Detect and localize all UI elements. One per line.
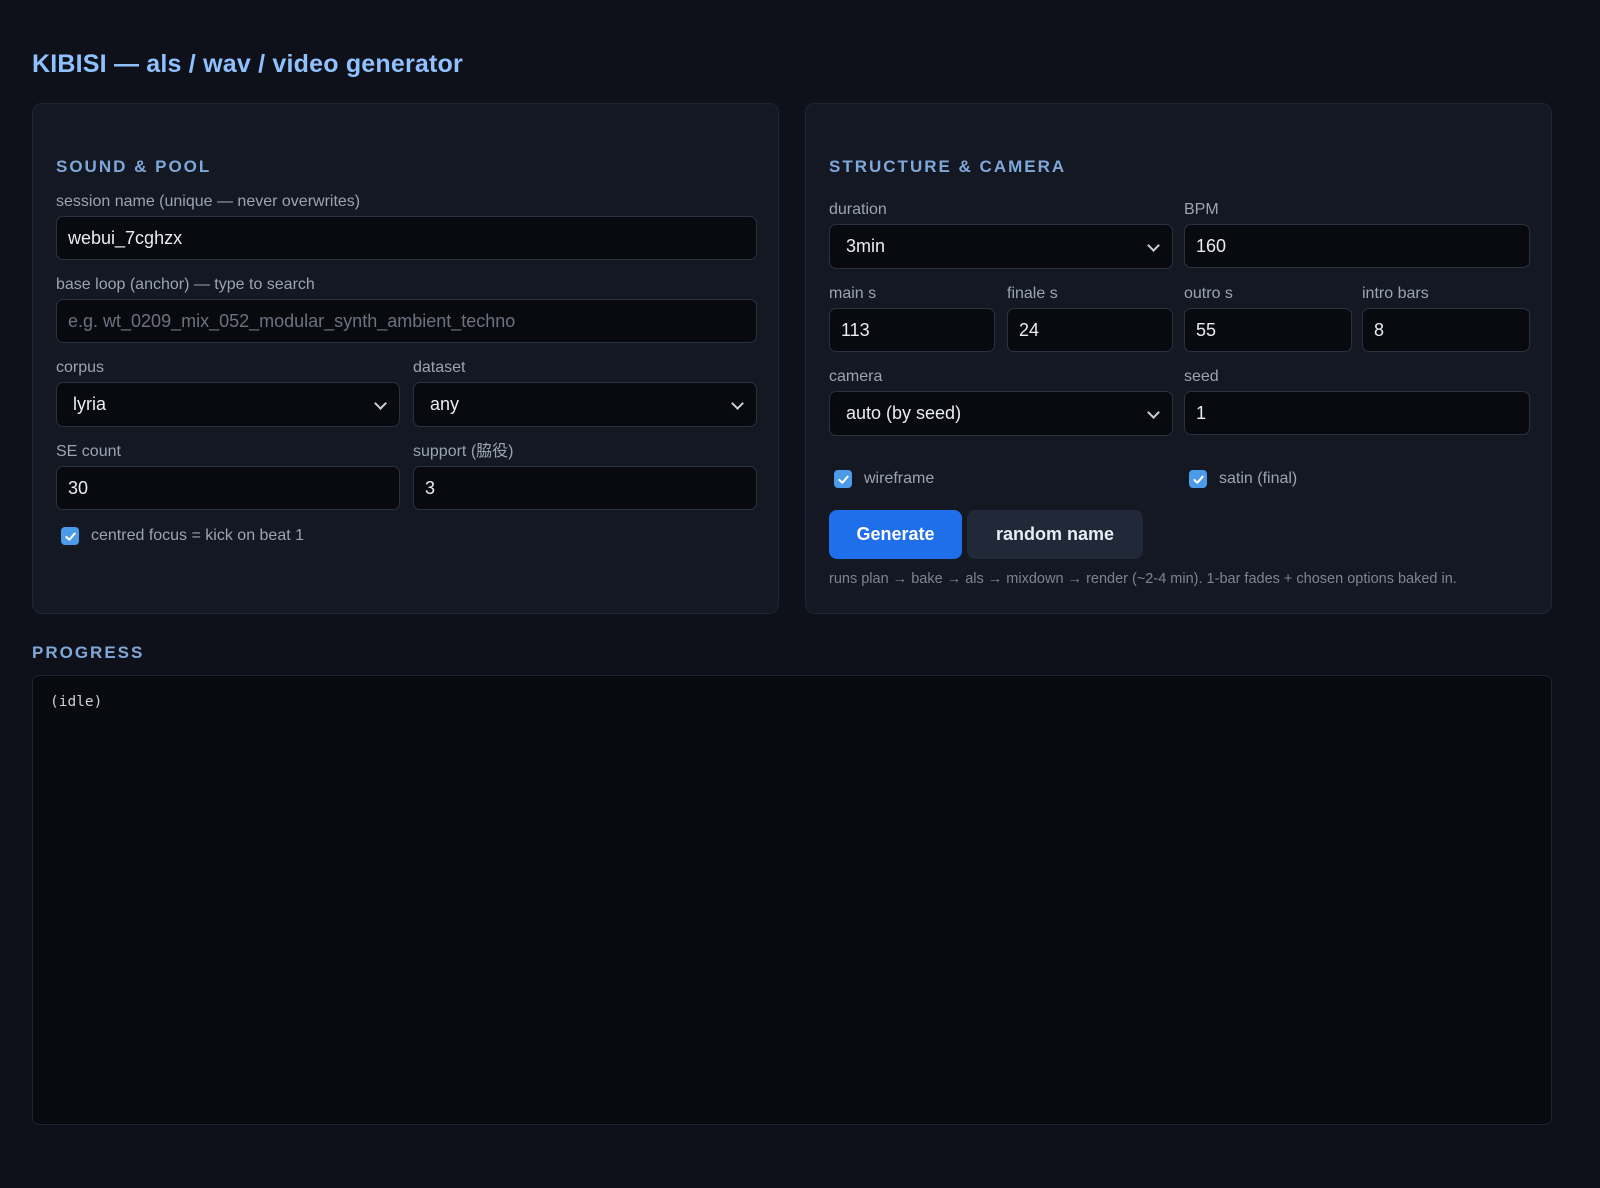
intro-bars-input[interactable] xyxy=(1362,308,1530,352)
generate-button[interactable]: Generate xyxy=(829,510,962,559)
chevron-down-icon xyxy=(731,397,744,410)
main-s-label: main s xyxy=(829,285,877,302)
bpm-input[interactable] xyxy=(1184,224,1530,268)
satin-label: satin (final) xyxy=(1219,470,1298,487)
duration-select[interactable]: 3min xyxy=(829,224,1173,269)
finale-s-label: finale s xyxy=(1007,285,1058,302)
se-count-field: SE count xyxy=(56,442,400,510)
wireframe-checkbox[interactable] xyxy=(834,470,852,488)
structure-camera-heading: STRUCTURE & CAMERA xyxy=(829,157,1067,176)
camera-select[interactable]: auto (by seed) xyxy=(829,391,1173,436)
seed-label: seed xyxy=(1184,368,1219,385)
support-label: support (脇役) xyxy=(413,443,514,460)
camera-label: camera xyxy=(829,368,883,385)
chevron-down-icon xyxy=(1147,239,1160,252)
random-name-button[interactable]: random name xyxy=(967,510,1143,559)
progress-heading: PROGRESS xyxy=(32,643,145,662)
session-name-field: session name (unique — never overwrites) xyxy=(56,192,757,260)
corpus-label: corpus xyxy=(56,359,105,376)
outro-s-field: outro s xyxy=(1184,284,1352,352)
seed-input[interactable] xyxy=(1184,391,1530,435)
centred-focus-label: centred focus = kick on beat 1 xyxy=(91,527,305,544)
main-s-field: main s xyxy=(829,284,995,352)
checkmark-icon xyxy=(837,475,849,484)
chevron-down-icon xyxy=(1147,406,1160,419)
camera-selected-value: auto (by seed) xyxy=(846,403,962,423)
chevron-down-icon xyxy=(374,397,387,410)
corpus-select[interactable]: lyria xyxy=(56,382,400,427)
dataset-label: dataset xyxy=(413,359,466,376)
intro-bars-label: intro bars xyxy=(1362,285,1429,302)
se-count-input[interactable] xyxy=(56,466,400,510)
intro-bars-field: intro bars xyxy=(1362,284,1530,352)
dataset-selected-value: any xyxy=(430,394,460,414)
bpm-label: BPM xyxy=(1184,201,1219,218)
wireframe-toggle[interactable]: wireframe xyxy=(834,468,934,490)
base-loop-label: base loop (anchor) — type to search xyxy=(56,276,315,293)
outro-s-label: outro s xyxy=(1184,285,1233,302)
sound-pool-panel: SOUND & POOL session name (unique — neve… xyxy=(32,103,779,614)
progress-log: (idle) xyxy=(32,675,1552,1125)
base-loop-field: base loop (anchor) — type to search xyxy=(56,275,757,343)
outro-s-input[interactable] xyxy=(1184,308,1352,352)
checkmark-icon xyxy=(1192,475,1204,484)
page-title: KIBISI — als / wav / video generator xyxy=(32,50,463,78)
se-count-label: SE count xyxy=(56,443,121,460)
pipeline-hint: runs plan → bake → als → mixdown → rende… xyxy=(829,571,1457,587)
app-root: KIBISI — als / wav / video generator SOU… xyxy=(0,0,1600,1188)
bpm-field: BPM xyxy=(1184,200,1530,268)
satin-toggle[interactable]: satin (final) xyxy=(1189,468,1297,490)
checkmark-icon xyxy=(64,532,76,541)
corpus-field: corpus lyria xyxy=(56,358,400,427)
main-s-input[interactable] xyxy=(829,308,995,352)
camera-field: camera auto (by seed) xyxy=(829,367,1173,436)
centred-focus-checkbox[interactable] xyxy=(61,527,79,545)
wireframe-label: wireframe xyxy=(864,470,935,487)
satin-checkbox[interactable] xyxy=(1189,470,1207,488)
duration-selected-value: 3min xyxy=(846,236,886,256)
corpus-selected-value: lyria xyxy=(73,394,107,414)
base-loop-search-input[interactable] xyxy=(56,299,757,343)
session-name-label: session name (unique — never overwrites) xyxy=(56,193,361,210)
support-input[interactable] xyxy=(413,466,757,510)
dataset-field: dataset any xyxy=(413,358,757,427)
finale-s-field: finale s xyxy=(1007,284,1173,352)
session-name-input[interactable] xyxy=(56,216,757,260)
centred-focus-toggle[interactable]: centred focus = kick on beat 1 xyxy=(61,525,304,547)
progress-log-text: (idle) xyxy=(50,694,103,710)
structure-camera-panel: STRUCTURE & CAMERA duration 3min BPM mai… xyxy=(805,103,1552,614)
support-field: support (脇役) xyxy=(413,442,757,510)
finale-s-input[interactable] xyxy=(1007,308,1173,352)
dataset-select[interactable]: any xyxy=(413,382,757,427)
seed-field: seed xyxy=(1184,367,1530,435)
sound-pool-heading: SOUND & POOL xyxy=(56,157,212,176)
duration-label: duration xyxy=(829,201,887,218)
duration-field: duration 3min xyxy=(829,200,1173,269)
